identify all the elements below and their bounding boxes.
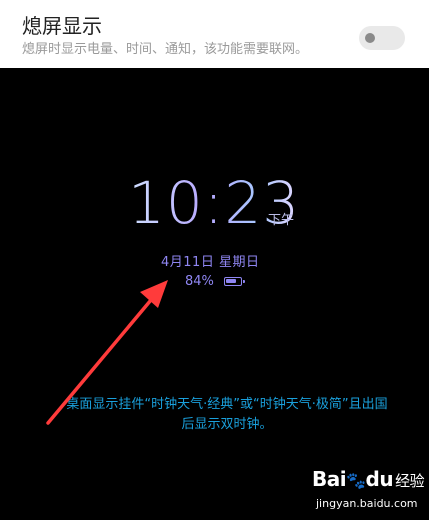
watermark-product: 经验: [395, 472, 425, 490]
baidu-watermark: Bai🐾du 经验 jingyan.baidu.com: [312, 467, 425, 515]
setting-description: 熄屏时显示电量、时间、通知，该功能需要联网。: [22, 42, 309, 57]
aod-toggle-switch[interactable]: [359, 26, 405, 50]
arrow-shaft: [46, 292, 158, 425]
watermark-logo-suffix: du: [365, 467, 394, 491]
watermark-logo: Bai🐾du 经验: [312, 467, 425, 491]
toggle-knob: [365, 33, 375, 43]
aod-setting-row[interactable]: 熄屏显示 熄屏时显示电量、时间、通知，该功能需要联网。: [0, 0, 429, 68]
paw-icon: 🐾: [346, 471, 366, 490]
watermark-domain: jingyan.baidu.com: [316, 497, 418, 510]
setting-title: 熄屏显示: [22, 14, 102, 38]
annotation-arrow: [46, 280, 168, 425]
arrow-head: [140, 280, 168, 308]
watermark-logo-text: Bai: [312, 467, 347, 491]
